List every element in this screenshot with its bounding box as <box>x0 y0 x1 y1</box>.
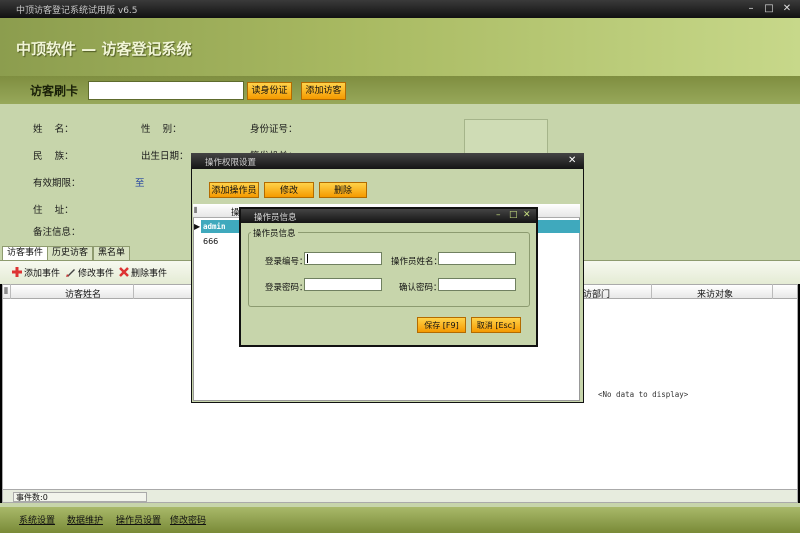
column-divider <box>651 284 652 299</box>
confirm-password-label: 确认密码： <box>399 283 442 293</box>
add-operator-button[interactable]: 添加操作员 <box>209 182 259 198</box>
close-icon[interactable]: ✕ <box>523 210 531 220</box>
window-title-bar: 中顶访客登记系统试用版 v6.5 – □ ✕ <box>0 0 800 18</box>
edit-event-label: 修改事件 <box>78 269 115 279</box>
login-password-label: 登录密码： <box>265 283 308 293</box>
confirm-password-input[interactable] <box>438 278 516 291</box>
maximize-icon[interactable]: □ <box>762 2 776 16</box>
add-event-label: 添加事件 <box>24 269 61 279</box>
gender-label: 性 别： <box>141 124 182 135</box>
name-label: 姓 名： <box>33 124 74 135</box>
operator-info-group <box>248 232 530 307</box>
tab-history-visitors[interactable]: 历史访客 <box>47 246 94 260</box>
login-password-input[interactable] <box>304 278 382 291</box>
list-indicator-column: ⦀ <box>194 206 198 215</box>
maximize-icon[interactable]: □ <box>509 210 518 220</box>
operator-info-group-legend: 操作员信息 <box>251 227 298 239</box>
event-count: 事件数:0 <box>13 492 147 502</box>
status-bar: 事件数:0 <box>2 489 798 503</box>
card-swipe-input[interactable] <box>88 81 244 100</box>
cancel-button[interactable]: 取消 [Esc] <box>471 317 521 333</box>
minimize-icon[interactable]: – <box>744 2 758 16</box>
close-icon[interactable]: ✕ <box>568 155 576 166</box>
birth-date-label: 出生日期： <box>141 151 189 162</box>
ethnic-label: 民 族： <box>33 151 74 162</box>
validity-separator: 至 <box>135 178 145 189</box>
operator-settings-link[interactable]: 操作员设置 <box>116 513 161 526</box>
tab-blacklist[interactable]: 黑名单 <box>93 246 131 260</box>
add-visitor-button[interactable]: 添加访客 <box>301 82 346 100</box>
no-data-message: <No data to display> <box>598 390 689 399</box>
save-button[interactable]: 保存 [F9] <box>417 317 466 333</box>
login-number-input[interactable] <box>304 252 382 265</box>
login-number-label: 登录编号： <box>265 257 308 267</box>
grid-indicator-column: ⦀ <box>4 287 8 297</box>
system-settings-link[interactable]: 系统设置 <box>19 513 55 526</box>
delete-event-label: 删除事件 <box>131 269 168 279</box>
remark-label: 备注信息： <box>33 227 81 238</box>
read-id-card-button[interactable]: 读身份证 <box>247 82 292 100</box>
plus-icon <box>12 267 22 277</box>
id-number-label: 身份证号： <box>250 124 298 135</box>
column-divider <box>133 284 134 299</box>
delete-event-button[interactable]: 删除事件 <box>119 266 167 279</box>
operator-dialog-title: 操作员信息 <box>254 213 297 223</box>
edit-event-button[interactable]: 修改事件 <box>66 266 114 279</box>
text-cursor <box>307 254 308 263</box>
row-pointer-icon: ▶ <box>194 222 201 231</box>
edit-operator-button[interactable]: 修改 <box>264 182 314 198</box>
change-password-link[interactable]: 修改密码 <box>170 513 206 526</box>
window-title: 中顶访客登记系统试用版 v6.5 <box>16 6 138 16</box>
permission-dialog-title-bar: 操作权限设置 ✕ <box>191 153 584 169</box>
operator-dialog-title-bar: 操作员信息 – □ ✕ <box>241 209 536 223</box>
pencil-icon <box>66 267 76 277</box>
operator-name-label: 操作员姓名： <box>391 257 443 267</box>
close-icon[interactable]: ✕ <box>780 2 794 16</box>
column-divider <box>10 284 11 299</box>
address-label: 住 址： <box>33 205 74 216</box>
card-swipe-label: 访客刷卡 <box>30 84 79 98</box>
data-maintenance-link[interactable]: 数据维护 <box>67 513 103 526</box>
app-banner: 中顶软件 — 访客登记系统 <box>0 18 800 76</box>
minimize-icon[interactable]: – <box>496 210 501 220</box>
column-divider <box>772 284 773 299</box>
delete-x-icon <box>119 267 129 277</box>
operator-name-input[interactable] <box>438 252 516 265</box>
add-event-button[interactable]: 添加事件 <box>12 266 60 279</box>
permission-dialog-title: 操作权限设置 <box>205 158 257 168</box>
validity-label: 有效期限： <box>33 178 81 189</box>
brand-title: 中顶软件 — 访客登记系统 <box>16 40 192 58</box>
tab-visitor-events[interactable]: 访客事件 <box>2 246 49 260</box>
delete-operator-button[interactable]: 删除 <box>319 182 367 198</box>
